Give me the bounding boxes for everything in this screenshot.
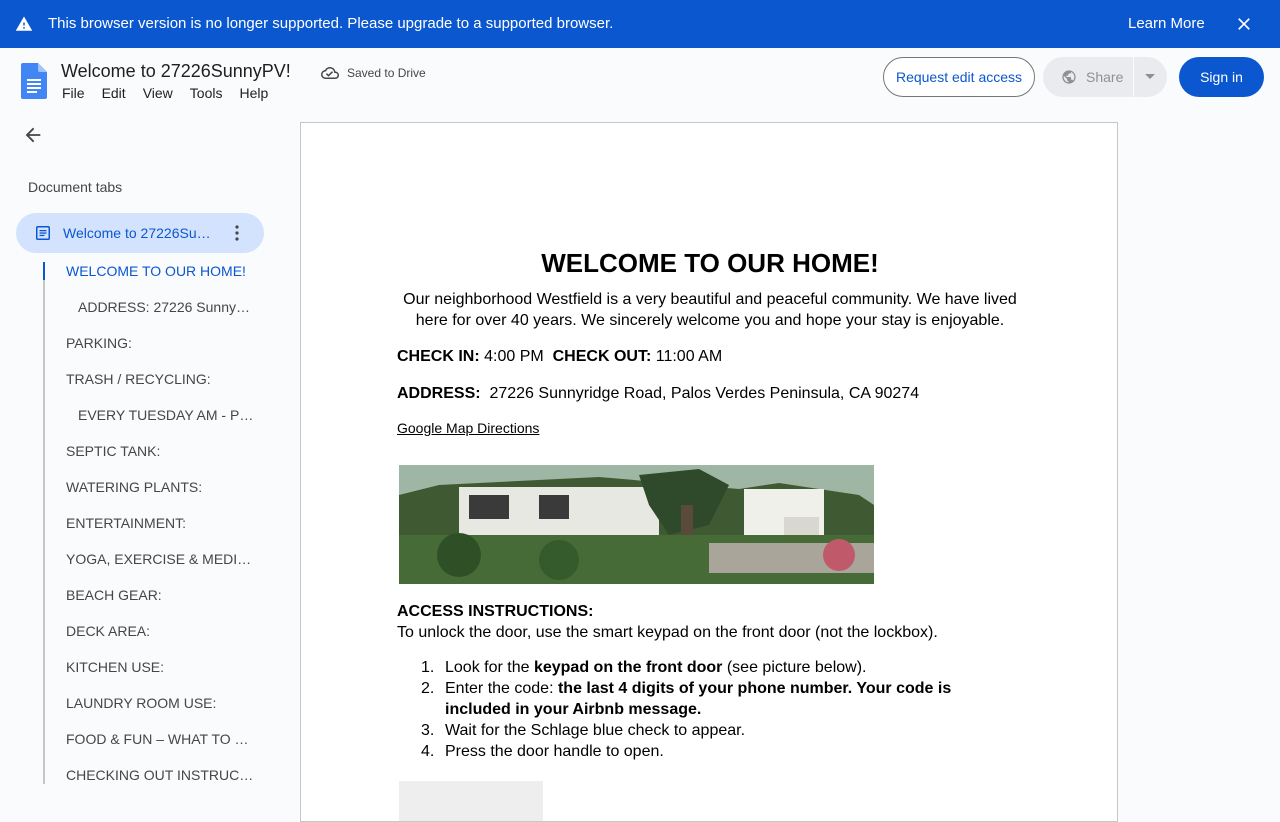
outline-item[interactable]: ENTERTAINMENT: [66, 515, 256, 531]
outline-item[interactable]: WATERING PLANTS: [66, 479, 256, 495]
menu-tools[interactable]: Tools [190, 85, 223, 101]
outline-item[interactable]: PARKING: [66, 335, 256, 351]
document-tabs-sidebar: Document tabs Welcome to 27226SunnyPV! W… [0, 110, 290, 800]
check-out-value: 11:00 AM [655, 348, 723, 365]
outline-item[interactable]: YOGA, EXERCISE & MEDITATION: [66, 551, 256, 567]
list-item: 4. Press the door handle to open. [421, 743, 664, 760]
more-vert-icon[interactable] [232, 224, 242, 242]
chevron-down-icon[interactable] [1145, 74, 1155, 79]
outline-item[interactable]: WELCOME TO OUR HOME! [66, 263, 256, 279]
outline-item[interactable]: DECK AREA: [66, 623, 256, 639]
outline-item[interactable]: TRASH / RECYCLING: [66, 371, 256, 387]
outline-item[interactable]: SEPTIC TANK: [66, 443, 256, 459]
close-icon[interactable] [1234, 14, 1254, 34]
map-link-line: Google Map Directions [397, 420, 539, 438]
document-title[interactable]: Welcome to 27226SunnyPV! [61, 60, 291, 82]
house-photo [399, 465, 874, 584]
tab-welcome[interactable]: Welcome to 27226SunnyPV! [16, 213, 264, 253]
document-heading: WELCOME TO OUR HOME! [541, 248, 879, 278]
cloud-done-icon [321, 67, 339, 79]
back-arrow-icon[interactable] [22, 124, 44, 146]
outline-item[interactable]: CHECKING OUT INSTRUCTIONS: [66, 767, 256, 783]
globe-icon [1062, 70, 1076, 84]
check-out-label: CHECK OUT: [552, 348, 652, 365]
saved-label: Saved to Drive [347, 66, 426, 80]
banner-message: This browser version is no longer suppor… [48, 15, 614, 32]
outline-item[interactable]: EVERY TUESDAY AM - PLEASE PUT OUT [78, 407, 256, 423]
google-map-directions-link[interactable]: Google Map Directions [397, 420, 539, 436]
outline-item[interactable]: LAUNDRY ROOM USE: [66, 695, 256, 711]
document-icon [36, 226, 50, 240]
share-button[interactable]: Share [1043, 57, 1167, 97]
access-steps-list: 1. Look for the keypad on the front door… [397, 657, 997, 762]
unsupported-browser-banner: This browser version is no longer suppor… [0, 0, 1280, 48]
menu-bar: File Edit View Tools Help [62, 85, 285, 101]
share-divider [1133, 57, 1134, 97]
request-edit-access-button[interactable]: Request edit access [883, 57, 1035, 97]
list-item: 3. Wait for the Schlage blue check to ap… [421, 722, 746, 739]
menu-edit[interactable]: Edit [102, 85, 126, 101]
google-docs-icon[interactable] [21, 63, 47, 99]
outline-item[interactable]: BEACH GEAR: [66, 587, 256, 603]
outline-item[interactable]: KITCHEN USE: [66, 659, 256, 675]
menu-file[interactable]: File [62, 85, 85, 101]
outline-track [43, 262, 45, 784]
saved-status: Saved to Drive [321, 64, 426, 82]
menu-help[interactable]: Help [239, 85, 268, 101]
share-label: Share [1086, 69, 1124, 85]
sign-in-button[interactable]: Sign in [1179, 57, 1264, 97]
access-heading: ACCESS INSTRUCTIONS: [397, 603, 594, 620]
learn-more-link[interactable]: Learn More [1128, 15, 1205, 33]
check-in-value: 4:00 PM [484, 348, 544, 365]
document-page: WELCOME TO OUR HOME! Our neighborhood We… [300, 122, 1118, 822]
menu-view[interactable]: View [143, 85, 173, 101]
address-value: 27226 Sunnyridge Road, Palos Verdes Peni… [489, 385, 920, 402]
outline-item[interactable]: FOOD & FUN – WHAT TO DO [66, 731, 252, 747]
access-text: To unlock the door, use the smart keypad… [397, 624, 938, 641]
list-item: 1. Look for the keypad on the front door… [421, 659, 867, 676]
list-item: 2. Enter the code: the last 4 digits of … [421, 680, 952, 718]
tab-label: Welcome to 27226SunnyPV! [63, 225, 215, 241]
keypad-photo [399, 781, 543, 821]
address-line: ADDRESS: 27226 Sunnyridge Road, Palos Ve… [397, 385, 919, 403]
check-in-label: CHECK IN: [397, 348, 480, 365]
outline-item[interactable]: ADDRESS: 27226 Sunnyridge Road, Palos Ve… [78, 299, 254, 315]
outline-active-indicator [43, 262, 45, 280]
document-tabs-heading: Document tabs [28, 179, 123, 195]
warning-icon [15, 16, 33, 31]
intro-paragraph: Our neighborhood Westfield is a very bea… [403, 291, 1017, 329]
docs-header: Welcome to 27226SunnyPV! Saved to Drive … [0, 48, 1280, 110]
address-label: ADDRESS: [397, 385, 481, 402]
check-in-out-line: CHECK IN: 4:00 PM CHECK OUT: 11:00 AM [397, 348, 722, 366]
